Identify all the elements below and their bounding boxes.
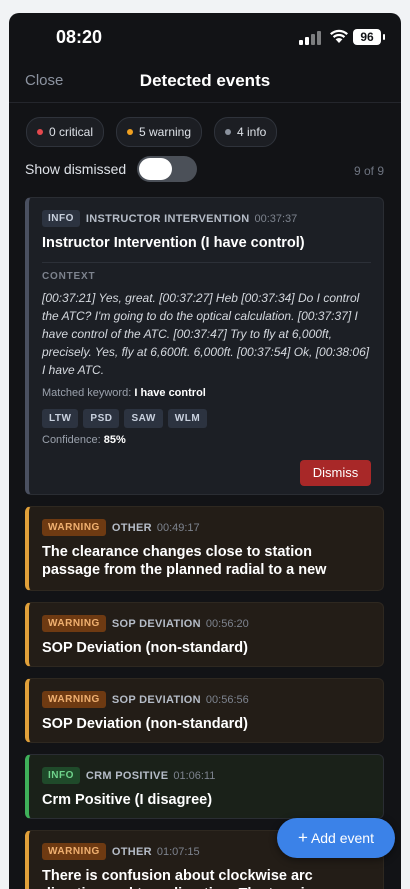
severity-badge: INFO [42, 767, 80, 785]
event-count: 9 of 9 [353, 164, 384, 178]
add-event-button[interactable]: + Add event [277, 818, 395, 858]
info-dot-icon [225, 129, 231, 135]
crew-tags: LTW PSD SAW WLM [42, 408, 212, 428]
dismiss-button[interactable]: Dismiss [300, 460, 371, 486]
event-category: INSTRUCTOR INTERVENTION [85, 212, 250, 225]
event-meta: INFO INSTRUCTOR INTERVENTION 00:37:37 [42, 210, 297, 228]
event-title: SOP Deviation (non-standard) [42, 640, 248, 656]
confidence: Confidence: 85% [42, 434, 126, 446]
tag: LTW [42, 409, 79, 428]
wifi-icon [330, 29, 348, 43]
event-time: 01:07:15 [156, 845, 200, 858]
matched-keyword: Matched keyword: I have control [42, 387, 206, 399]
add-event-label: Add event [310, 830, 374, 846]
context-text: [00:37:21] Yes, great. [00:37:27] Heb [0… [42, 291, 370, 377]
event-card-sop-deviation[interactable]: WARNING SOP DEVIATION 00:56:20 SOP Deviati… [25, 602, 384, 667]
cellular-signal-icon [299, 31, 321, 45]
severity-badge: WARNING [42, 519, 106, 537]
confidence-label: Confidence: [42, 434, 101, 446]
app-screen: 08:20 96 Close Detected events 0 critica… [9, 13, 401, 889]
event-title: Crm Positive (I disagree) [42, 792, 213, 808]
status-time: 08:20 [56, 27, 103, 47]
event-card-sop-deviation[interactable]: WARNING SOP DEVIATION 00:56:56 SOP Deviati… [25, 678, 384, 743]
event-meta: WARNING SOP DEVIATION 00:56:20 [42, 615, 249, 633]
tag: PSD [83, 409, 120, 428]
filter-warning[interactable]: 5 warning [116, 117, 203, 147]
event-category: CRM POSITIVE [85, 769, 169, 782]
status-bar: 08:20 96 [9, 13, 401, 63]
filter-warning-label: 5 warning [139, 125, 192, 139]
event-title: SOP Deviation (non-standard) [42, 716, 248, 732]
plus-icon: + [298, 828, 308, 847]
filter-critical[interactable]: 0 critical [26, 117, 105, 147]
confidence-value: 85% [103, 434, 126, 446]
event-meta: WARNING SOP DEVIATION 00:56:56 [42, 691, 249, 709]
tag: WLM [167, 409, 208, 428]
context-label: CONTEXT [42, 271, 96, 282]
filter-info-label: 4 info [237, 125, 267, 139]
tag: SAW [124, 409, 163, 428]
event-meta: WARNING OTHER 01:07:15 [42, 843, 200, 861]
severity-badge: WARNING [42, 843, 106, 861]
event-time: 00:56:56 [205, 693, 249, 706]
event-title: The clearance changes close to station p… [42, 544, 327, 578]
severity-badge: WARNING [42, 691, 106, 709]
critical-dot-icon [37, 129, 43, 135]
matched-keyword-label: Matched keyword: [42, 387, 132, 399]
page-title: Detected events [139, 71, 271, 90]
toggle-knob [139, 158, 172, 180]
event-category: OTHER [111, 845, 152, 858]
event-time: 01:06:11 [173, 769, 216, 782]
event-card-instructor-intervention[interactable]: INFO INSTRUCTOR INTERVENTION 00:37:37 Inst… [25, 197, 384, 495]
event-time: 00:49:17 [156, 521, 200, 534]
event-category: SOP DEVIATION [111, 617, 201, 630]
matched-keyword-value: I have control [134, 387, 206, 399]
event-card-other[interactable]: WARNING OTHER 00:49:17 The clearance chang… [25, 506, 384, 591]
event-category: OTHER [111, 521, 152, 534]
filter-info[interactable]: 4 info [214, 117, 278, 147]
header-divider [9, 102, 401, 103]
event-time: 00:37:37 [254, 212, 298, 225]
severity-badge: INFO [42, 210, 80, 228]
event-meta: WARNING OTHER 00:49:17 [42, 519, 200, 537]
event-time: 00:56:20 [205, 617, 249, 630]
severity-badge: WARNING [42, 615, 106, 633]
event-category: SOP DEVIATION [111, 693, 201, 706]
card-divider [42, 262, 371, 263]
warning-dot-icon [127, 129, 133, 135]
event-card-crm-positive[interactable]: INFO CRM POSITIVE 01:06:11 Crm Positive (I… [25, 754, 384, 819]
show-dismissed-toggle[interactable] [137, 156, 197, 182]
event-title: Instructor Intervention (I have control) [42, 235, 305, 251]
event-meta: INFO CRM POSITIVE 01:06:11 [42, 767, 215, 785]
event-title: There is confusion about clockwise arc d… [42, 868, 313, 889]
battery-icon: 96 [353, 29, 385, 45]
show-dismissed-label: Show dismissed [25, 161, 127, 177]
filter-critical-label: 0 critical [49, 125, 94, 139]
header: Close Detected events [9, 63, 401, 101]
